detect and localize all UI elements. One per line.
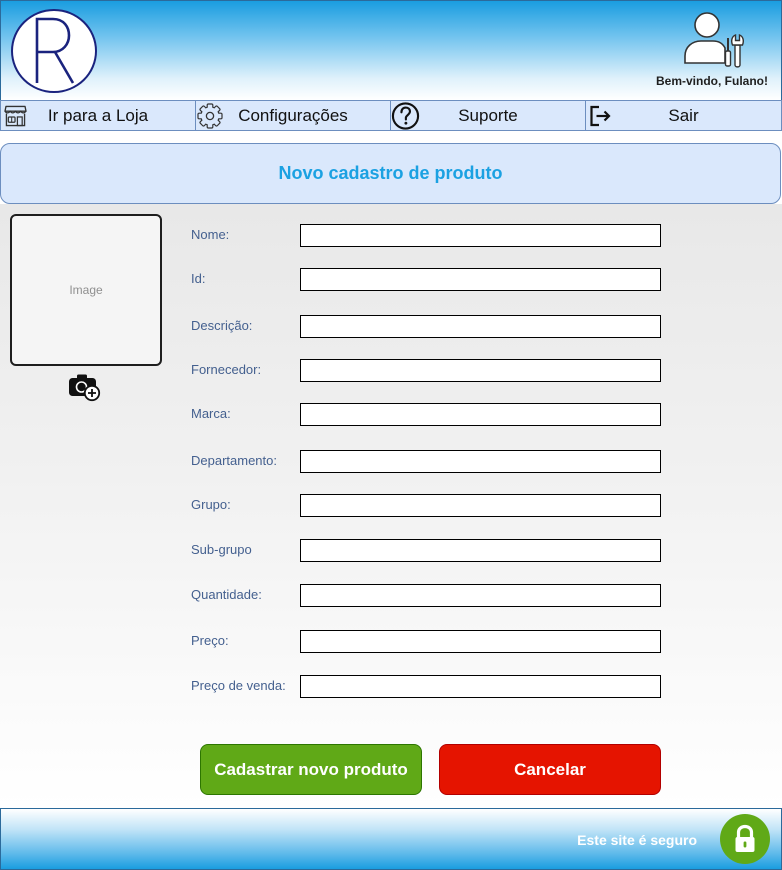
app-window: Bem-vindo, Fulano! Ir para a Loja Config… — [0, 0, 782, 870]
nome-field[interactable] — [300, 224, 661, 247]
image-placeholder-label: Image — [69, 283, 103, 297]
nav-label-settings: Configurações — [238, 106, 348, 125]
field-row-fornecedor: Fornecedor: — [191, 359, 661, 382]
id-field[interactable] — [300, 268, 661, 291]
welcome-message: Bem-vindo, Fulano! — [656, 74, 768, 88]
nav-item-support[interactable]: Suporte — [391, 101, 586, 130]
page-title-box: Novo cadastro de produto — [0, 143, 781, 204]
header: Bem-vindo, Fulano! — [0, 0, 782, 101]
field-row-quantidade: Quantidade: — [191, 584, 661, 607]
sub-grupo-field[interactable] — [300, 539, 661, 562]
lock-icon — [720, 814, 770, 864]
grupo-label: Grupo: — [191, 497, 231, 512]
field-row-descricao: Descrição: — [191, 315, 661, 338]
field-row-departamento: Departamento: — [191, 450, 661, 473]
marca-field[interactable] — [300, 403, 661, 426]
preco-venda-label: Preço de venda: — [191, 678, 286, 693]
quantidade-label: Quantidade: — [191, 587, 262, 602]
sub-grupo-label: Sub-grupo — [191, 542, 252, 557]
id-label: Id: — [191, 271, 206, 286]
nav-label-logout: Sair — [668, 106, 699, 125]
descricao-field[interactable] — [300, 315, 661, 338]
grupo-field[interactable] — [300, 494, 661, 517]
preco-label: Preço: — [191, 633, 229, 648]
field-row-sub-grupo: Sub-grupo — [191, 539, 661, 562]
submit-button[interactable]: Cadastrar novo produto — [200, 744, 422, 795]
nav-label-support: Suporte — [458, 106, 518, 125]
preco-field[interactable] — [300, 630, 661, 653]
logo-letter-r — [35, 17, 75, 84]
camera-add-icon[interactable] — [68, 372, 102, 402]
departamento-label: Departamento: — [191, 453, 277, 468]
descricao-label: Descrição: — [191, 318, 253, 333]
user-tools-icon[interactable] — [681, 9, 745, 69]
footer: Este site é seguro — [0, 808, 782, 870]
field-row-nome: Nome: — [191, 224, 661, 247]
gear-icon — [197, 102, 223, 129]
departamento-field[interactable] — [300, 450, 661, 473]
preco-venda-field[interactable] — [300, 675, 661, 698]
field-row-id: Id: — [191, 268, 661, 291]
top-nav: Ir para a Loja Configurações Suporte Sai… — [0, 100, 782, 131]
field-row-preco: Preço: — [191, 630, 661, 653]
nome-label: Nome: — [191, 227, 230, 242]
nav-item-store[interactable]: Ir para a Loja — [1, 101, 196, 130]
page-title: Novo cadastro de produto — [278, 163, 503, 183]
nav-item-logout[interactable]: Sair — [586, 101, 781, 130]
logo[interactable] — [11, 9, 97, 93]
fornecedor-label: Fornecedor: — [191, 362, 262, 377]
product-image-placeholder: Image — [10, 214, 162, 366]
field-row-grupo: Grupo: — [191, 494, 661, 517]
cancel-button[interactable]: Cancelar — [439, 744, 661, 795]
store-icon — [4, 105, 27, 126]
nav-label-store: Ir para a Loja — [47, 106, 149, 125]
secure-site-text: Este site é seguro — [577, 832, 697, 848]
marca-label: Marca: — [191, 406, 231, 421]
logout-icon — [588, 104, 612, 128]
help-circle-icon — [391, 101, 420, 130]
fornecedor-field[interactable] — [300, 359, 661, 382]
field-row-preco-venda: Preço de venda: — [191, 675, 661, 698]
nav-item-settings[interactable]: Configurações — [196, 101, 391, 130]
field-row-marca: Marca: — [191, 403, 661, 426]
quantidade-field[interactable] — [300, 584, 661, 607]
